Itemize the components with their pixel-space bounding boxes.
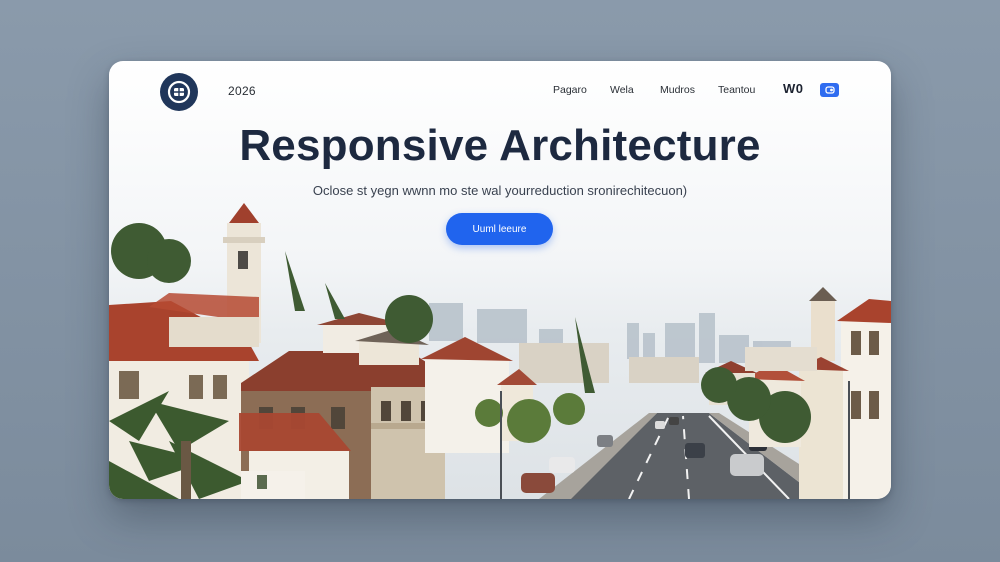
brand-logo-icon[interactable] <box>160 73 198 111</box>
top-nav: 2026 Pagaro Wela Mudros Teantou W0 <box>109 61 891 121</box>
nav-year: 2026 <box>228 84 256 98</box>
nav-link-mudros[interactable]: Mudros <box>660 84 695 96</box>
nav-link-teantou[interactable]: Teantou <box>718 84 755 96</box>
nav-link-wela[interactable]: Wela <box>610 84 634 96</box>
browser-card: 2026 Pagaro Wela Mudros Teantou W0 Respo… <box>109 61 891 499</box>
toggle-icon[interactable] <box>820 83 839 97</box>
hero-subtitle: Oclose st yegn wwnn mo ste wal yourreduc… <box>312 183 688 198</box>
cta-button[interactable]: Uuml leeure <box>446 213 553 245</box>
nav-right-label[interactable]: W0 <box>783 81 804 96</box>
nav-link-pagaro[interactable]: Pagaro <box>553 84 587 96</box>
hero-title: Responsive Architecture <box>239 121 761 170</box>
